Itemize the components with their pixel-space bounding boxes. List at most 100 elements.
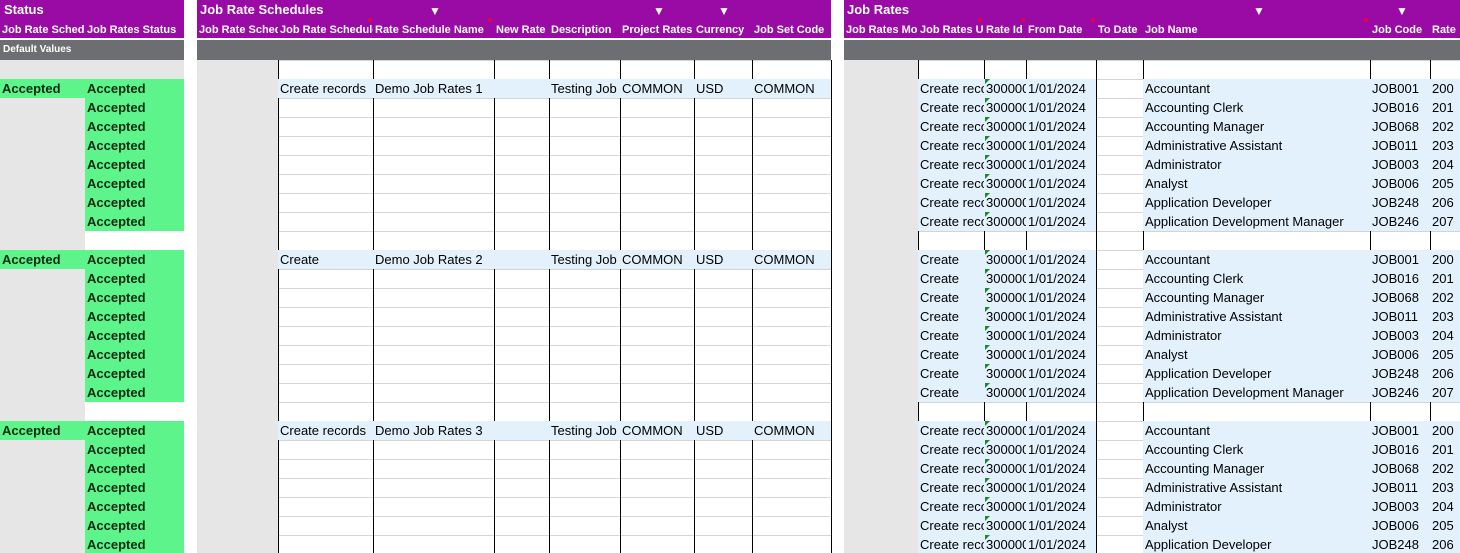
from-date-cell[interactable]: 1/01/2024: [1026, 535, 1096, 553]
job-name-cell[interactable]: Administrative Assistant: [1143, 136, 1370, 155]
rate-id-cell[interactable]: 300000: [984, 79, 1026, 98]
from-date-cell[interactable]: 1/01/2024: [1026, 421, 1096, 440]
job-name-cell[interactable]: Application Development Manager: [1143, 212, 1370, 231]
project-rates-cell[interactable]: COMMON: [620, 250, 694, 269]
job-name-cell[interactable]: Accountant: [1143, 250, 1370, 269]
new-rate-schedule-cell[interactable]: [494, 421, 549, 440]
job-code-cell[interactable]: JOB246: [1370, 212, 1430, 231]
from-date-cell[interactable]: 1/01/2024: [1026, 383, 1096, 402]
job-rates-mode-cell[interactable]: Create: [918, 288, 984, 307]
job-rates-mode-cell[interactable]: Create records: [918, 117, 984, 136]
column-header-status-2[interactable]: Job Rates Status: [85, 20, 184, 40]
from-date-cell[interactable]: 1/01/2024: [1026, 117, 1096, 136]
rate-cell[interactable]: 202: [1430, 117, 1460, 136]
rate-id-cell[interactable]: 300000: [984, 497, 1026, 516]
job-set-code-cell[interactable]: COMMON: [752, 79, 831, 98]
rate-id-cell[interactable]: 300000: [984, 440, 1026, 459]
rate-cell[interactable]: 205: [1430, 516, 1460, 535]
to-date-cell[interactable]: [1096, 421, 1143, 440]
job-name-cell[interactable]: Administrative Assistant: [1143, 478, 1370, 497]
to-date-cell[interactable]: [1096, 478, 1143, 497]
from-date-cell[interactable]: 1/01/2024: [1026, 269, 1096, 288]
job-code-cell[interactable]: JOB248: [1370, 535, 1430, 553]
column-header-rates-3[interactable]: Rate Id: [984, 20, 1026, 40]
job-name-cell[interactable]: Accounting Clerk: [1143, 440, 1370, 459]
job-code-cell[interactable]: JOB016: [1370, 440, 1430, 459]
job-name-cell[interactable]: Analyst: [1143, 174, 1370, 193]
job-name-cell[interactable]: Administrator: [1143, 155, 1370, 174]
job-rates-mode-cell[interactable]: Create records: [918, 459, 984, 478]
job-rates-mode-cell[interactable]: Create records: [918, 440, 984, 459]
from-date-cell[interactable]: 1/01/2024: [1026, 193, 1096, 212]
job-rates-mode-cell[interactable]: Create records: [918, 79, 984, 98]
from-date-cell[interactable]: 1/01/2024: [1026, 497, 1096, 516]
rate-cell[interactable]: 202: [1430, 459, 1460, 478]
rate-id-cell[interactable]: 300000: [984, 478, 1026, 497]
rate-schedule-name-cell[interactable]: Demo Job Rates 3: [373, 421, 494, 440]
rate-cell[interactable]: 206: [1430, 364, 1460, 383]
job-rates-mode-cell[interactable]: Create records: [918, 497, 984, 516]
job-code-cell[interactable]: JOB003: [1370, 155, 1430, 174]
schedule-action-cell[interactable]: Create: [278, 250, 373, 269]
job-code-cell[interactable]: JOB011: [1370, 478, 1430, 497]
to-date-cell[interactable]: [1096, 497, 1143, 516]
rate-cell[interactable]: 201: [1430, 440, 1460, 459]
column-header-rates-4[interactable]: From Date: [1026, 20, 1096, 40]
to-date-cell[interactable]: [1096, 459, 1143, 478]
column-header-rates-7[interactable]: Job Code: [1370, 20, 1430, 40]
from-date-cell[interactable]: 1/01/2024: [1026, 155, 1096, 174]
rate-cell[interactable]: 207: [1430, 212, 1460, 231]
from-date-cell[interactable]: 1/01/2024: [1026, 98, 1096, 117]
job-rates-mode-cell[interactable]: Create: [918, 250, 984, 269]
rate-id-cell[interactable]: 300000: [984, 136, 1026, 155]
rate-id-cell[interactable]: 300000: [984, 288, 1026, 307]
to-date-cell[interactable]: [1096, 307, 1143, 326]
job-name-cell[interactable]: Accounting Clerk: [1143, 98, 1370, 117]
to-date-cell[interactable]: [1096, 98, 1143, 117]
rate-id-cell[interactable]: 300000: [984, 345, 1026, 364]
job-name-cell[interactable]: Accounting Manager: [1143, 288, 1370, 307]
job-rates-mode-cell[interactable]: Create: [918, 326, 984, 345]
column-header-schedules-1[interactable]: Job Rate Schedule Id: [197, 20, 278, 40]
to-date-cell[interactable]: [1096, 193, 1143, 212]
from-date-cell[interactable]: 1/01/2024: [1026, 250, 1096, 269]
rate-cell[interactable]: 207: [1430, 383, 1460, 402]
job-code-cell[interactable]: JOB001: [1370, 79, 1430, 98]
column-header-schedules-3[interactable]: Rate Schedule Name: [373, 20, 494, 40]
schedules-filter-icon[interactable]: ▼: [429, 1, 441, 21]
rate-id-cell[interactable]: 300000: [984, 535, 1026, 553]
description-cell[interactable]: Testing Job Rates: [549, 79, 620, 98]
column-header-rates-1[interactable]: Job Rates Mode: [844, 20, 918, 40]
rate-cell[interactable]: 205: [1430, 345, 1460, 364]
column-header-schedules-7[interactable]: Currency: [694, 20, 752, 40]
rate-id-cell[interactable]: 300000: [984, 98, 1026, 117]
job-name-cell[interactable]: Administrator: [1143, 497, 1370, 516]
new-rate-schedule-cell[interactable]: [494, 250, 549, 269]
job-rates-mode-cell[interactable]: Create: [918, 383, 984, 402]
currency-cell[interactable]: USD: [694, 421, 752, 440]
column-header-schedules-4[interactable]: New Rate Schedule: [494, 20, 549, 40]
from-date-cell[interactable]: 1/01/2024: [1026, 212, 1096, 231]
job-rates-mode-cell[interactable]: Create: [918, 364, 984, 383]
schedule-action-cell[interactable]: Create records: [278, 421, 373, 440]
job-code-cell[interactable]: JOB006: [1370, 516, 1430, 535]
job-rates-mode-cell[interactable]: Create records: [918, 136, 984, 155]
rate-id-cell[interactable]: 300000: [984, 117, 1026, 136]
to-date-cell[interactable]: [1096, 79, 1143, 98]
rate-cell[interactable]: 204: [1430, 155, 1460, 174]
to-date-cell[interactable]: [1096, 155, 1143, 174]
rate-id-cell[interactable]: 300000: [984, 212, 1026, 231]
job-code-cell[interactable]: JOB248: [1370, 193, 1430, 212]
job-name-cell[interactable]: Analyst: [1143, 345, 1370, 364]
job-rates-mode-cell[interactable]: Create: [918, 307, 984, 326]
from-date-cell[interactable]: 1/01/2024: [1026, 307, 1096, 326]
to-date-cell[interactable]: [1096, 516, 1143, 535]
rate-cell[interactable]: 201: [1430, 269, 1460, 288]
job-code-cell[interactable]: JOB006: [1370, 345, 1430, 364]
from-date-cell[interactable]: 1/01/2024: [1026, 440, 1096, 459]
rate-schedule-name-cell[interactable]: Demo Job Rates 1: [373, 79, 494, 98]
rate-cell[interactable]: 202: [1430, 288, 1460, 307]
job-name-cell[interactable]: Application Development Manager: [1143, 383, 1370, 402]
rate-id-cell[interactable]: 300000: [984, 307, 1026, 326]
job-set-code-cell[interactable]: COMMON: [752, 421, 831, 440]
